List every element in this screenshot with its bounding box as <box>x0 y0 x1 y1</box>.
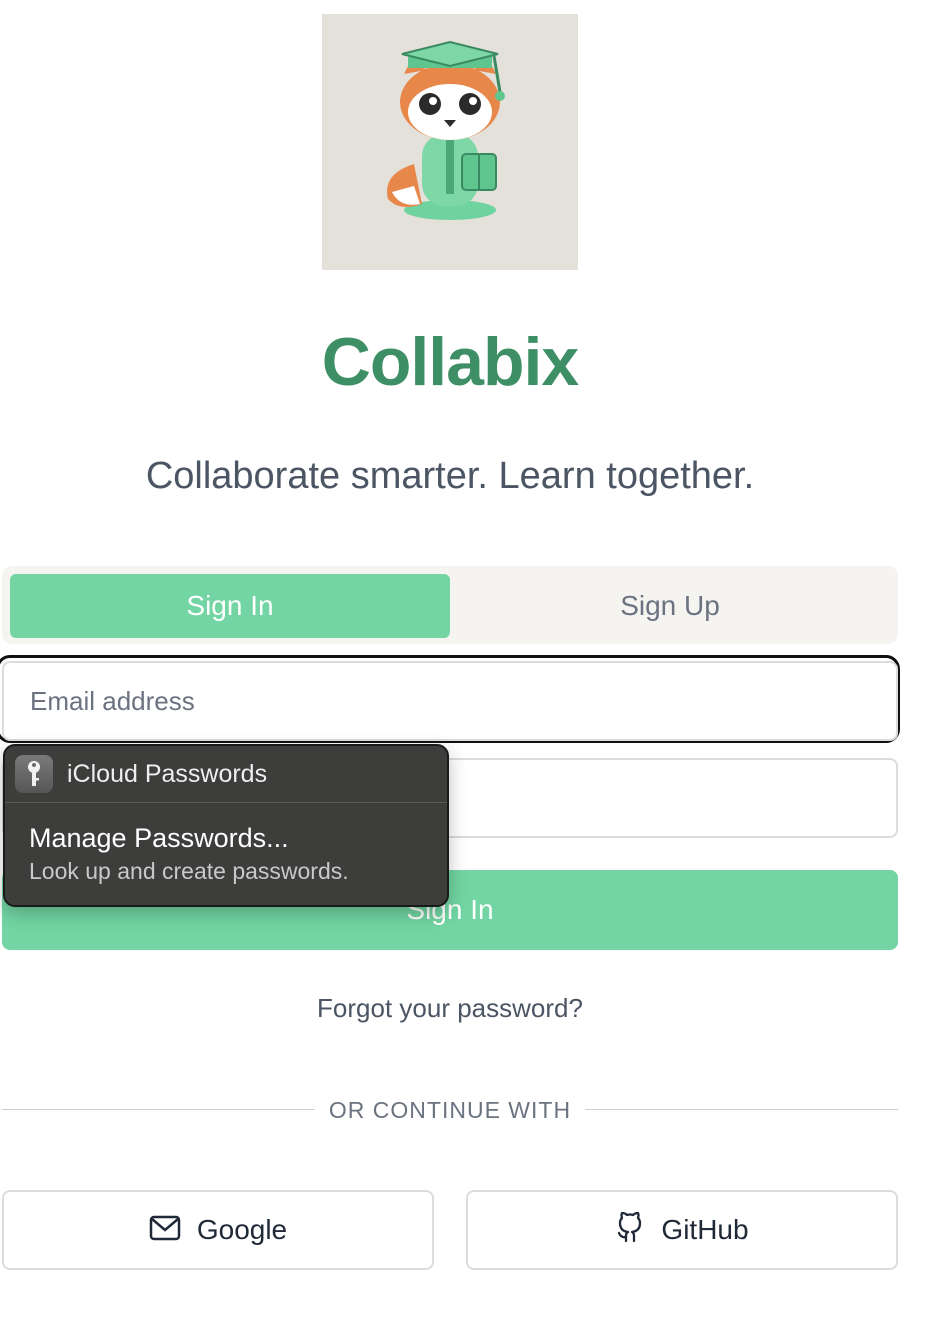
tagline: Collaborate smarter. Learn together. <box>145 455 755 497</box>
popup-title: iCloud Passwords <box>67 759 268 788</box>
email-input[interactable] <box>2 661 898 741</box>
manage-passwords-item[interactable]: Manage Passwords... Look up and create p… <box>5 803 447 887</box>
github-label: GitHub <box>661 1214 749 1245</box>
manage-passwords-subtitle: Look up and create passwords. <box>29 858 349 884</box>
tab-sign-up[interactable]: Sign Up <box>450 574 890 638</box>
divider-label: OR CONTINUE WITH <box>328 1097 572 1123</box>
manage-passwords-title: Manage Passwords... <box>29 823 289 853</box>
icloud-passwords-popup: iCloud Passwords Manage Passwords... Loo… <box>3 744 449 907</box>
tab-sign-in[interactable]: Sign In <box>10 574 450 638</box>
google-sign-in-button[interactable]: Google <box>2 1190 434 1270</box>
popup-header: iCloud Passwords <box>5 746 447 803</box>
github-icon <box>615 1211 645 1249</box>
app-name: Collabix <box>321 324 580 400</box>
divider-line-left <box>2 1109 315 1110</box>
mail-icon <box>149 1215 181 1246</box>
app-logo <box>322 14 578 270</box>
divider-line-right <box>585 1109 898 1110</box>
forgot-password-link[interactable]: Forgot your password? <box>0 990 900 1026</box>
key-icon <box>15 755 53 793</box>
auth-tabs: Sign In Sign Up <box>2 566 898 644</box>
google-label: Google <box>196 1214 288 1245</box>
fox-graduate-mascot-icon <box>387 40 505 220</box>
github-sign-in-button[interactable]: GitHub <box>466 1190 898 1270</box>
